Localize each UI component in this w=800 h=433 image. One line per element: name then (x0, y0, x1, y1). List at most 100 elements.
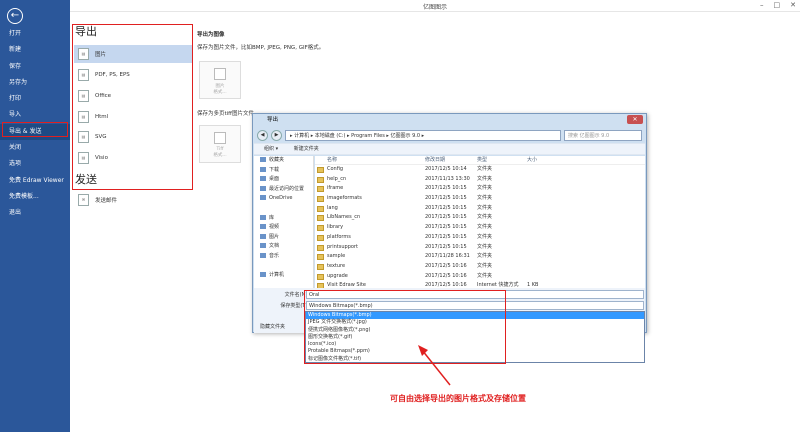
nav-tree: 收藏夹下载桌面最近访问的位置 OneDrive 库视频图片 文档音乐计算机 (254, 156, 314, 288)
file-row[interactable]: library 2017/12/5 10:15 文件夹 (315, 223, 645, 233)
tree-item[interactable]: 库 (254, 214, 313, 224)
file-row[interactable]: LibNames_cn 2017/12/5 10:15 文件夹 (315, 213, 645, 223)
dialog-close-icon[interactable]: ✕ (627, 115, 643, 124)
content-title: 导出为图像 (197, 32, 225, 38)
file-cell: Config (315, 165, 425, 175)
file-cell: 文件夹 (477, 195, 493, 202)
folder-icon (317, 215, 324, 222)
sidebar-item-4[interactable]: 打印 (0, 91, 70, 107)
tree-item-label: 收藏夹 (269, 157, 285, 163)
file-cell: library (315, 223, 425, 233)
tree-item-label: 最近访问的位置 (269, 185, 305, 192)
send-mail-option[interactable]: ✉ 发送邮件 (74, 191, 192, 209)
sidebar-item-7[interactable]: 关闭 (0, 140, 70, 156)
sidebar-item-10[interactable]: 免费模板... (0, 189, 70, 205)
file-cell: sample (315, 252, 425, 262)
folder-icon (260, 252, 266, 258)
file-row[interactable]: texture 2017/12/5 10:16 文件夹 (315, 262, 645, 272)
sidebar-item-2[interactable]: 保存 (0, 59, 70, 75)
sidebar-item-3[interactable]: 另存为 (0, 75, 70, 91)
file-cell: 2017/11/28 16:31 (425, 253, 470, 260)
nav-forward-icon[interactable]: ▶ (271, 129, 282, 141)
back-arrow-icon[interactable]: ← (7, 8, 23, 24)
tree-item[interactable]: 音乐 (254, 252, 313, 262)
file-list: 名称 修改日期 类型 大小 Config 2017/12/5 10:14 文件夹 help_… (315, 156, 645, 290)
sidebar-item-11[interactable]: 退出 (0, 205, 70, 221)
file-row[interactable]: platforms 2017/12/5 10:15 文件夹 (315, 233, 645, 243)
file-row[interactable]: imageformats 2017/12/5 10:15 文件夹 (315, 194, 645, 204)
file-cell: printsupport (315, 243, 425, 253)
tree-item[interactable]: 图片 (254, 233, 313, 243)
tree-item[interactable]: 文档 (254, 242, 313, 252)
file-cell: 2017/12/5 10:15 (425, 195, 467, 202)
organize-button[interactable]: 组织 ▾ (264, 146, 278, 152)
annotation-text: 可自由选择导出的图片格式及存储位置 (390, 393, 526, 403)
tree-item[interactable]: 视频 (254, 223, 313, 233)
file-cell (527, 252, 557, 262)
nav-back-icon[interactable]: ◀ (257, 129, 268, 141)
sidebar-item-0[interactable]: 打开 (0, 26, 70, 42)
sidebar-item-9[interactable]: 免费 Edraw Viewer (0, 173, 70, 189)
folder-icon (317, 176, 324, 183)
file-name: lang (327, 204, 338, 211)
column-header[interactable]: 修改日期 (425, 156, 477, 164)
folder-icon (260, 176, 266, 182)
window-title: 亿图图示 (422, 4, 447, 11)
file-cell: platforms (315, 233, 425, 243)
file-cell: 2017/12/5 10:15 (425, 204, 467, 211)
dialog-title: 导出 ✕ (253, 114, 646, 126)
tree-item-label: 文档 (269, 243, 280, 250)
tree-item[interactable]: 下载 (254, 166, 313, 176)
image-format-tile[interactable]: 图片 格式... (199, 61, 241, 99)
tree-item-label: 下载 (269, 166, 280, 173)
tree-item[interactable]: OneDrive (254, 194, 313, 204)
file-row[interactable]: help_cn 2017/11/13 13:30 文件夹 (315, 175, 645, 185)
folder-icon (317, 225, 324, 232)
file-name: imageformats (327, 195, 362, 202)
file-row[interactable]: upgrade 2017/12/5 10:16 文件夹 (315, 272, 645, 282)
tree-item-label: 计算机 (269, 272, 285, 279)
folder-icon (317, 234, 324, 241)
folder-icon (260, 224, 266, 230)
file-row[interactable]: lang 2017/12/5 10:15 文件夹 (315, 204, 645, 214)
tree-item[interactable]: 收藏夹 (254, 156, 313, 166)
file-cell (527, 194, 557, 204)
file-cell (527, 243, 557, 253)
minimize-icon[interactable]: – (760, 1, 764, 9)
column-header[interactable]: 名称 (315, 156, 425, 164)
folder-icon (260, 195, 266, 201)
file-row[interactable]: Config 2017/12/5 10:14 文件夹 (315, 165, 645, 175)
tree-item-label: 库 (269, 214, 275, 221)
file-cell: iframe (315, 184, 425, 194)
folder-icon (317, 186, 324, 193)
column-header[interactable]: 类型 (477, 156, 527, 164)
file-name: library (327, 224, 344, 231)
tree-item[interactable]: 桌面 (254, 175, 313, 185)
tree-item-label: 音乐 (269, 252, 280, 259)
file-cell (527, 175, 557, 185)
file-row[interactable]: printsupport 2017/12/5 10:15 文件夹 (315, 243, 645, 253)
tree-item-label: 视频 (269, 224, 280, 231)
file-cell: 文件夹 (477, 175, 493, 182)
sidebar-item-8[interactable]: 选项 (0, 156, 70, 172)
column-header[interactable]: 大小 (527, 156, 557, 164)
file-name: texture (327, 262, 346, 269)
tiff-format-tile[interactable]: Tiff 格式... (199, 125, 241, 163)
new-folder-button[interactable]: 新建文件夹 (294, 146, 319, 152)
tree-item-label: 桌面 (269, 176, 280, 183)
hide-folders-toggle[interactable]: 隐藏文件夹 (260, 323, 285, 330)
content-desc2: 保存为多页tiff图片文件。 (197, 111, 260, 117)
file-cell (527, 223, 557, 233)
maximize-icon[interactable]: □ (774, 1, 781, 9)
sidebar-item-1[interactable]: 新建 (0, 42, 70, 58)
tree-item[interactable]: 计算机 (254, 271, 313, 281)
tree-item[interactable]: 最近访问的位置 (254, 185, 313, 195)
path-field[interactable]: ▸ 计算机 ▸ 本地磁盘 (C:) ▸ Program Files ▸ 亿图图示… (285, 129, 561, 141)
file-cell: 文件夹 (477, 272, 493, 279)
file-row[interactable]: iframe 2017/12/5 10:15 文件夹 (315, 184, 645, 194)
search-input[interactable]: 搜索 亿图图示 9.0 (564, 129, 642, 141)
file-row[interactable]: sample 2017/11/28 16:31 文件夹 (315, 252, 645, 262)
folder-icon (317, 167, 324, 173)
folder-icon (260, 214, 266, 220)
close-icon[interactable]: ✕ (790, 1, 796, 9)
